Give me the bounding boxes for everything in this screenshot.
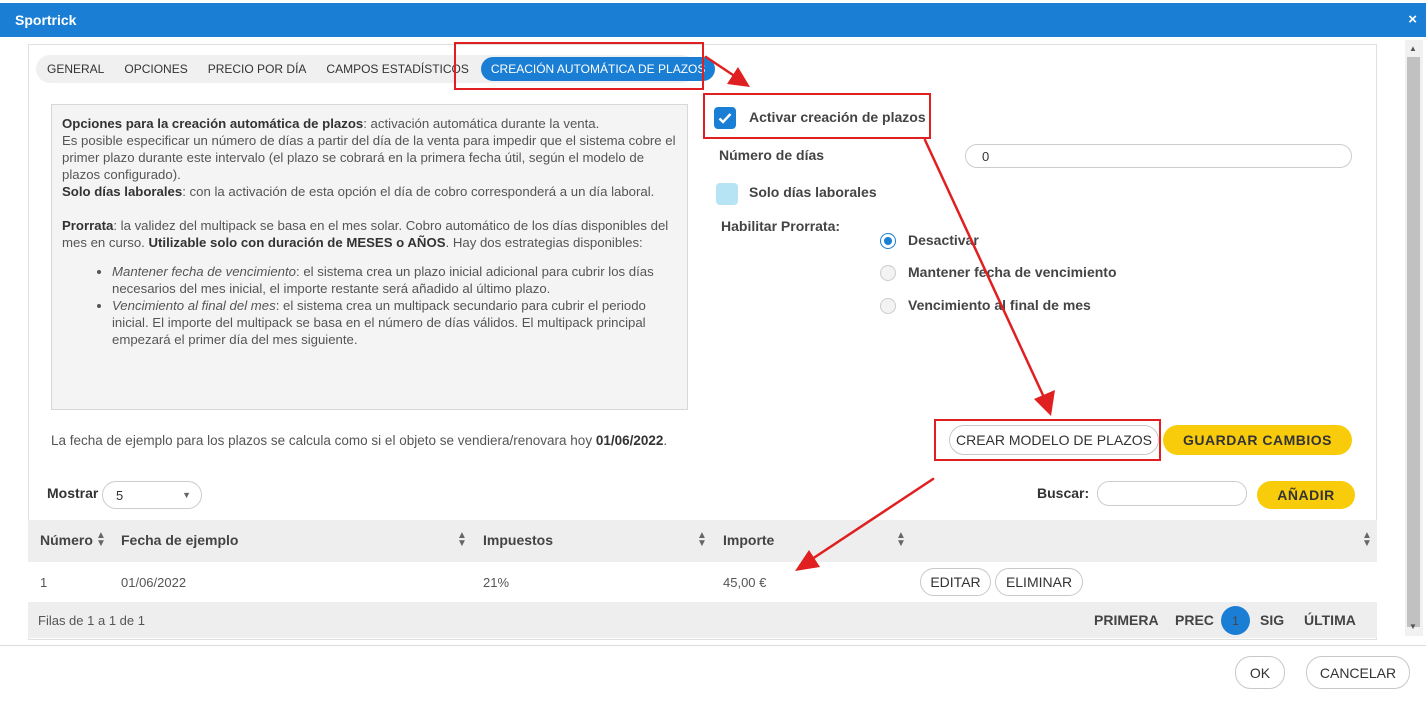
help-paragraph-3: Solo días laborales: con la activación d… [62,183,677,200]
show-label: Mostrar [47,485,99,501]
scrollbar-thumb[interactable] [1407,57,1420,627]
search-label: Buscar: [1037,485,1090,501]
sort-icon[interactable]: ▲ ▼ [896,531,906,549]
help-emphasis: Utilizable solo con duración de MESES o … [148,235,446,250]
pagination-current-page[interactable]: 1 [1221,606,1250,635]
pagination-last[interactable]: ÚLTIMA [1304,612,1356,628]
page-size-select[interactable]: 5 ▼ [102,481,202,509]
prorate-option-disable-label: Desactivar [908,232,979,248]
cell-taxes: 21% [483,575,510,590]
window-title: Sportrick [15,12,77,28]
delete-button[interactable]: ELIMINAR [995,568,1083,596]
window-titlebar: Sportrick × [0,3,1426,37]
pagination-next[interactable]: SIG [1260,612,1284,628]
workdays-label: Solo días laborales [749,184,877,200]
search-input[interactable] [1097,481,1247,506]
cell-example-date: 01/06/2022 [121,575,187,590]
prorate-option-end-of-month-label: Vencimiento al final de mes [908,297,1091,313]
close-icon[interactable]: × [1408,11,1417,28]
strategy-list: Mantener fecha de vencimiento: el sistem… [62,263,677,348]
pagination-prev[interactable]: PREC [1175,612,1214,628]
prorate-radio-disable[interactable] [880,233,896,249]
tab-general[interactable]: GENERAL [36,62,114,76]
help-term: Opciones para la creación automática de … [62,116,364,131]
chevron-down-icon: ▼ [182,490,191,500]
sort-icon[interactable]: ▲ ▼ [457,531,467,549]
prorate-radio-end-of-month[interactable] [880,298,896,314]
days-label: Número de días [719,147,825,163]
footer-divider [0,645,1426,646]
tab-options[interactable]: OPCIONES [114,62,197,76]
days-input[interactable]: 0 [965,144,1352,168]
column-header-example-date[interactable]: Fecha de ejemplo [121,532,238,548]
note-text: La fecha de ejemplo para los plazos se c… [51,433,596,448]
ok-button[interactable]: OK [1235,656,1285,689]
note-suffix: . [663,433,668,448]
note-date: 01/06/2022 [595,433,664,448]
vertical-scrollbar[interactable]: ▲ ▼ [1405,40,1423,636]
strategy-item: Mantener fecha de vencimiento: el sistem… [112,263,677,297]
help-paragraph-4: Prorrata: la validez del multipack se ba… [62,217,677,251]
column-header-number[interactable]: Número [40,532,93,548]
prorate-option-keep-due-date-label: Mantener fecha de vencimiento [908,264,1117,280]
strategy-name: Vencimiento al final del mes [112,298,276,313]
scroll-down-icon[interactable]: ▼ [1409,622,1417,631]
pagination-first[interactable]: PRIMERA [1094,612,1159,628]
example-date-note: La fecha de ejemplo para los plazos se c… [51,433,667,448]
help-paragraph-2: Es posible especificar un número de días… [62,133,676,182]
help-text: . Hay dos estrategias disponibles: [445,235,643,250]
prorate-label: Habilitar Prorrata: [721,218,841,234]
rows-summary: Filas de 1 a 1 de 1 [38,613,145,628]
workdays-checkbox[interactable] [716,183,738,205]
strategy-item: Vencimiento al final del mes: el sistema… [112,297,677,348]
help-term: Solo días laborales [62,184,183,199]
column-header-taxes[interactable]: Impuestos [483,532,553,548]
help-paragraph-1: Opciones para la creación automática de … [62,115,677,132]
cancel-button[interactable]: CANCELAR [1306,656,1410,689]
help-box: Opciones para la creación automática de … [51,104,688,410]
sort-icon[interactable]: ▲ ▼ [1362,531,1372,549]
annotation-box-tab [454,42,704,90]
add-button[interactable]: AÑADIR [1257,481,1355,509]
cell-amount: 45,00 € [723,575,767,590]
sort-icon[interactable]: ▲ ▼ [697,531,707,549]
help-text: : activación automática durante la venta… [363,116,600,131]
column-header-amount[interactable]: Importe [723,532,774,548]
annotation-box-create-model [934,419,1161,461]
table-header: Número ▲ ▼ Fecha de ejemplo ▲ ▼ Impuestos … [28,520,1377,562]
page-size-value: 5 [116,487,124,503]
sort-icon[interactable]: ▲ ▼ [96,531,106,549]
edit-button[interactable]: EDITAR [920,568,991,596]
table-row: 1 01/06/2022 21% 45,00 € EDITAR ELIMINAR [28,562,1377,602]
table-footer: Filas de 1 a 1 de 1 PRIMERA PREC 1 SIG Ú… [28,602,1377,638]
help-text: : con la activación de esta opción el dí… [182,184,655,199]
scroll-up-icon[interactable]: ▲ [1409,44,1417,53]
help-term: Prorrata [62,218,114,233]
annotation-box-activate [703,93,931,139]
tab-price-per-day[interactable]: PRECIO POR DÍA [198,62,317,76]
prorate-radio-keep-due-date[interactable] [880,265,896,281]
save-changes-button[interactable]: GUARDAR CAMBIOS [1163,425,1352,455]
strategy-name: Mantener fecha de vencimiento [112,264,297,279]
cell-number: 1 [40,575,48,590]
